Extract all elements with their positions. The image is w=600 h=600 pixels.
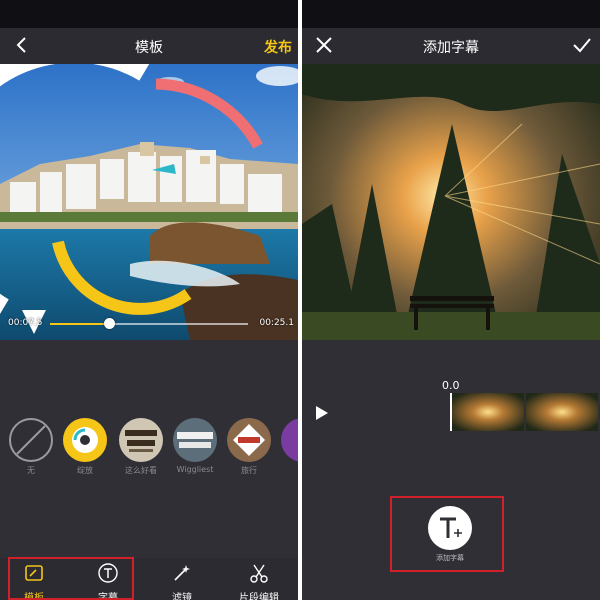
bloom-thumbnail <box>63 418 107 462</box>
checkmark-icon[interactable] <box>570 33 594 57</box>
nav-bar: 添加字幕 <box>302 28 600 64</box>
current-time: 00:07.5 <box>8 318 43 328</box>
no-template-icon <box>9 418 53 462</box>
scissors-icon <box>250 564 268 583</box>
tab-label: 滤镜 <box>172 593 192 600</box>
play-icon[interactable] <box>314 405 330 421</box>
playhead[interactable] <box>450 393 452 431</box>
nav-bar: 模板 发布 <box>0 28 298 64</box>
template-screen: 模板 发布 00:07.5 00:25.1 无 绽放 这么好看 Wigglies… <box>0 0 298 600</box>
status-bar <box>0 0 298 28</box>
progress-fill <box>50 323 110 325</box>
purple-thumbnail <box>281 418 298 462</box>
magic-wand-icon <box>174 565 190 581</box>
tab-label: 片段编辑 <box>239 593 279 600</box>
tab-filter[interactable]: 滤镜 <box>152 562 212 600</box>
template-label: Wiggliest <box>176 465 214 474</box>
only-you-thumbnail <box>173 418 217 462</box>
template-label: 这么好看 <box>125 466 157 475</box>
screenshot-pair: 模板 发布 00:07.5 00:25.1 无 绽放 这么好看 Wigglies… <box>0 0 600 600</box>
travel-thumbnail <box>227 418 271 462</box>
template-item-bloom[interactable]: 绽放 <box>58 418 112 476</box>
add-caption-screen: 添加字幕 0.0 添加字幕 <box>302 0 600 600</box>
timecode: 0.0 <box>442 379 460 392</box>
template-item-none[interactable]: 无 <box>4 418 58 476</box>
preview-image <box>0 64 298 340</box>
page-title: 模板 <box>135 40 163 56</box>
publish-button[interactable]: 发布 <box>264 37 292 57</box>
video-preview[interactable] <box>0 64 298 340</box>
progress-knob[interactable] <box>103 318 115 329</box>
clip-timeline[interactable] <box>450 393 600 431</box>
template-item-wiggliest[interactable]: Wiggliest <box>168 418 222 474</box>
template-label: 无 <box>27 466 35 475</box>
template-label: 旅行 <box>241 466 257 475</box>
highlight-box <box>390 496 504 572</box>
template-label: 绽放 <box>77 466 93 475</box>
template-item-partial[interactable] <box>276 418 298 462</box>
template-item-text[interactable]: 这么好看 <box>114 418 168 476</box>
text-template-thumbnail <box>119 418 163 462</box>
template-list: 无 绽放 这么好看 Wiggliest 旅行 <box>0 418 298 478</box>
tab-clip-edit[interactable]: 片段编辑 <box>226 562 292 600</box>
total-time: 00:25.1 <box>259 318 294 328</box>
page-title: 添加字幕 <box>423 40 479 56</box>
forest-sunset-image <box>302 64 600 340</box>
status-bar <box>302 0 600 28</box>
timeline-frames <box>452 393 598 431</box>
highlight-box <box>8 557 134 600</box>
video-preview[interactable] <box>302 64 600 340</box>
template-item-travel[interactable]: 旅行 <box>222 418 276 476</box>
